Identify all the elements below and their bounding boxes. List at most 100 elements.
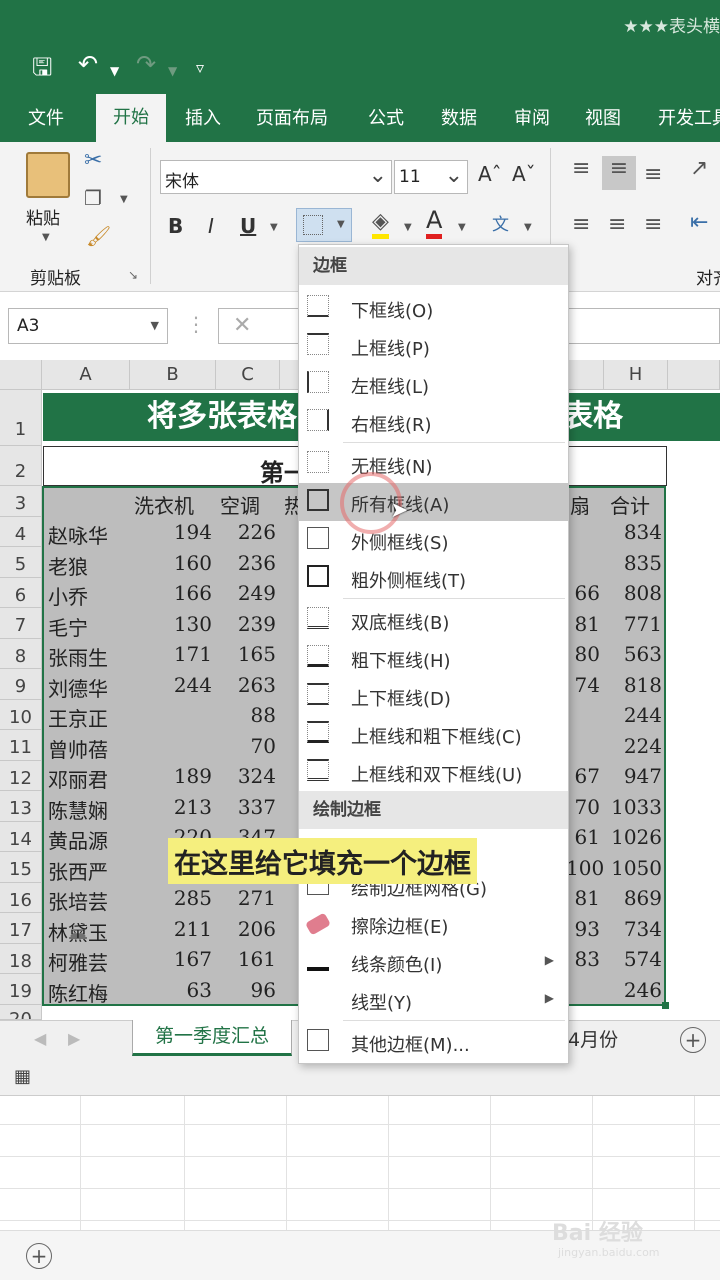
menu-item-top-thick-bottom-border[interactable]: 上框线和粗下框线(C) <box>299 715 568 753</box>
value-cell[interactable]: 74 <box>566 673 600 697</box>
align-center-icon[interactable]: ≡ <box>608 212 626 237</box>
value-cell[interactable]: 66 <box>566 581 600 605</box>
value-cell[interactable]: 808 <box>604 581 662 605</box>
value-cell[interactable]: 236 <box>216 551 276 575</box>
underline-dropdown-icon[interactable]: ▼ <box>270 222 278 233</box>
font-size-select[interactable]: 11 ⌄ <box>394 160 468 194</box>
value-cell[interactable]: 324 <box>216 764 276 788</box>
value-cell[interactable]: 226 <box>216 520 276 544</box>
cancel-icon[interactable]: ✕ <box>233 313 251 338</box>
customize-qat-icon[interactable]: ▿ <box>196 58 204 77</box>
value-cell[interactable]: 96 <box>216 978 276 1002</box>
underline-button[interactable]: U <box>240 214 256 238</box>
name-cell[interactable]: 柯雅芸 <box>48 947 108 976</box>
value-cell[interactable]: 734 <box>604 917 662 941</box>
row-header[interactable]: 1 <box>0 390 42 446</box>
name-cell[interactable]: 陈慧娴 <box>48 795 108 824</box>
name-cell[interactable]: 小乔 <box>48 581 88 610</box>
increase-font-icon[interactable]: Aˆ <box>478 162 502 186</box>
decrease-indent-icon[interactable]: ⇤ <box>690 210 708 235</box>
fill-color-dropdown-icon[interactable]: ▼ <box>404 222 412 233</box>
value-cell[interactable]: 167 <box>130 947 212 971</box>
paste-button[interactable]: 粘贴 <box>26 204 60 229</box>
name-cell[interactable]: 林黛玉 <box>48 917 108 946</box>
undo-dropdown-icon[interactable]: ▼ <box>110 64 119 78</box>
column-header-a[interactable]: A <box>42 360 130 390</box>
menu-item-top-double-bottom-border[interactable]: 上框线和双下框线(U) <box>299 753 568 791</box>
tab-page-layout[interactable]: 页面布局 <box>256 104 328 130</box>
menu-item-no-border[interactable]: 无框线(N) <box>299 445 568 483</box>
value-cell[interactable]: 263 <box>216 673 276 697</box>
undo-icon[interactable]: ↶ <box>78 50 98 78</box>
align-right-icon[interactable]: ≡ <box>644 212 662 237</box>
align-left-icon[interactable]: ≡ <box>572 212 590 237</box>
name-cell[interactable]: 张培芸 <box>48 886 108 915</box>
value-cell[interactable]: 239 <box>216 612 276 636</box>
tab-developer[interactable]: 开发工具 <box>658 104 720 130</box>
value-cell[interactable]: 1050 <box>604 856 662 880</box>
add-sheet-icon[interactable]: + <box>680 1027 706 1053</box>
phonetic-icon[interactable]: 文 <box>492 210 509 235</box>
menu-item-thick-bottom-border[interactable]: 粗下框线(H) <box>299 639 568 677</box>
menu-item-line-style[interactable]: 线型(Y) ▶ <box>299 981 568 1019</box>
redo-dropdown-icon[interactable]: ▼ <box>168 64 177 78</box>
name-cell[interactable]: 张雨生 <box>48 642 108 671</box>
menu-item-thick-box-border[interactable]: 粗外侧框线(T) <box>299 559 568 597</box>
menu-item-bottom-border[interactable]: 下框线(O) <box>299 289 568 327</box>
value-cell[interactable]: 1026 <box>604 825 662 849</box>
cut-icon[interactable]: ✂ <box>84 148 102 173</box>
phonetic-dropdown-icon[interactable]: ▼ <box>524 222 532 233</box>
tab-data[interactable]: 数据 <box>441 104 477 130</box>
menu-item-top-bottom-border[interactable]: 上下框线(D) <box>299 677 568 715</box>
menu-item-right-border[interactable]: 右框线(R) <box>299 403 568 441</box>
name-cell[interactable]: 赵咏华 <box>48 520 108 549</box>
italic-button[interactable]: I <box>208 214 214 238</box>
align-top-icon[interactable]: ≡ <box>572 156 590 181</box>
name-cell[interactable]: 老狼 <box>48 551 88 580</box>
value-cell[interactable]: 80 <box>566 642 600 666</box>
paste-icon[interactable] <box>26 152 70 198</box>
value-cell[interactable]: 194 <box>130 520 212 544</box>
value-cell[interactable]: 834 <box>604 520 662 544</box>
value-cell[interactable]: 818 <box>604 673 662 697</box>
value-cell[interactable]: 246 <box>604 978 662 1002</box>
value-cell[interactable]: 563 <box>604 642 662 666</box>
value-cell[interactable]: 61 <box>566 825 600 849</box>
value-cell[interactable]: 869 <box>604 886 662 910</box>
value-cell[interactable]: 835 <box>604 551 662 575</box>
value-cell[interactable]: 224 <box>604 734 662 758</box>
row-header[interactable]: 3 <box>0 486 42 517</box>
value-cell[interactable]: 211 <box>130 917 212 941</box>
border-button[interactable]: ▼ <box>296 208 352 242</box>
value-cell[interactable]: 81 <box>566 886 600 910</box>
orientation-icon[interactable]: ↗ <box>690 156 708 181</box>
column-header-b[interactable]: B <box>130 360 216 390</box>
value-cell[interactable]: 285 <box>130 886 212 910</box>
decrease-font-icon[interactable]: Aˇ <box>512 162 536 186</box>
row-header[interactable]: 2 <box>0 446 42 486</box>
value-cell[interactable]: 206 <box>216 917 276 941</box>
tab-view[interactable]: 视图 <box>585 104 621 130</box>
menu-item-bottom-double-border[interactable]: 双底框线(B) <box>299 601 568 639</box>
value-cell[interactable]: 83 <box>566 947 600 971</box>
font-color-dropdown-icon[interactable]: ▼ <box>458 222 466 233</box>
value-cell[interactable]: 70 <box>216 734 276 758</box>
scroll-right-icon[interactable]: ▶ <box>68 1029 80 1048</box>
value-cell[interactable]: 249 <box>216 581 276 605</box>
menu-item-more-borders[interactable]: 其他边框(M)... <box>299 1023 568 1061</box>
value-cell[interactable]: 130 <box>130 612 212 636</box>
dialog-launcher-icon[interactable]: ↘ <box>128 268 138 282</box>
tab-file[interactable]: 文件 <box>28 104 64 130</box>
sheet-tab[interactable]: 4月份 <box>568 1025 618 1052</box>
tab-review[interactable]: 审阅 <box>514 104 550 130</box>
value-cell[interactable]: 67 <box>566 764 600 788</box>
value-cell[interactable]: 165 <box>216 642 276 666</box>
select-all-corner[interactable] <box>0 360 42 390</box>
name-cell[interactable]: 陈红梅 <box>48 978 108 1007</box>
align-bottom-icon[interactable]: ≡ <box>644 162 662 187</box>
save-icon[interactable]: 🖫 <box>32 50 52 91</box>
column-header-c[interactable]: C <box>216 360 280 390</box>
value-cell[interactable]: 88 <box>216 703 276 727</box>
value-cell[interactable]: 771 <box>604 612 662 636</box>
name-cell[interactable]: 毛宁 <box>48 612 88 641</box>
